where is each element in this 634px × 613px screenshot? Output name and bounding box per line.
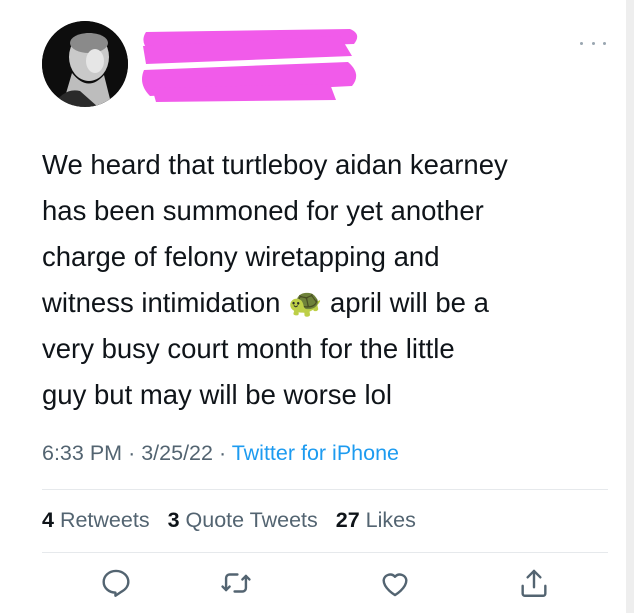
quotes-count: 3 [167, 508, 180, 532]
meta-separator: · [218, 441, 227, 465]
retweets-stat[interactable]: 4 Retweets [42, 508, 150, 532]
more-dot [603, 41, 606, 45]
avatar[interactable] [42, 21, 128, 107]
retweets-label: Retweets [59, 508, 150, 532]
page-edge [626, 0, 634, 613]
tweet-card: We heard that turtleboy aidan kearney ha… [0, 0, 626, 613]
action-bar [0, 566, 626, 606]
share-icon[interactable] [517, 566, 551, 600]
redacted-username [142, 29, 358, 102]
tweet-source-link[interactable]: Twitter for iPhone [232, 441, 399, 465]
more-icon[interactable] [580, 36, 606, 50]
likes-stat[interactable]: 27 Likes [336, 508, 416, 532]
likes-count: 27 [335, 508, 360, 532]
tweet-meta: 6:33 PM · 3/25/22 · Twitter for iPhone [42, 441, 399, 466]
divider [42, 489, 608, 490]
more-dot [591, 41, 595, 45]
avatar-photo [42, 21, 128, 107]
meta-separator: · [128, 441, 136, 465]
quote-tweets-stat[interactable]: 3 Quote Tweets [168, 508, 318, 532]
tweet-time[interactable]: 6:33 PM [42, 441, 122, 465]
divider [42, 552, 608, 553]
heart-icon[interactable] [378, 566, 412, 600]
tweet-text: We heard that turtleboy aidan kearney ha… [42, 149, 508, 410]
quotes-label: Quote Tweets [185, 508, 318, 532]
retweet-icon[interactable] [219, 566, 253, 600]
reply-icon[interactable] [99, 566, 133, 600]
more-dot [580, 41, 583, 45]
likes-label: Likes [365, 508, 416, 532]
tweet-date[interactable]: 3/25/22 [141, 441, 213, 465]
tweet-stats: 4 Retweets 3 Quote Tweets 27 Likes [42, 508, 416, 533]
retweets-count: 4 [42, 508, 54, 532]
